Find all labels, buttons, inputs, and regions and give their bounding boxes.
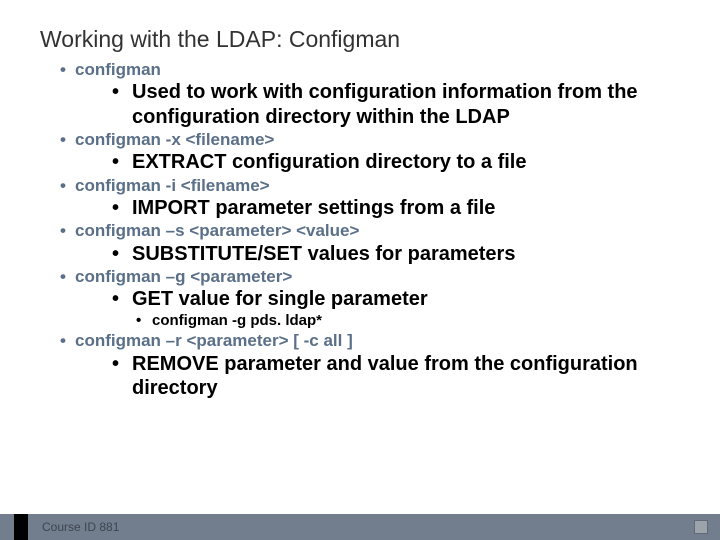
desc-line: GET value for single parameter: [112, 287, 690, 311]
desc-line: Used to work with configuration informat…: [112, 80, 690, 129]
desc-line: IMPORT parameter settings from a file: [112, 196, 690, 220]
example-line: configman -g pds. ldap*: [136, 312, 690, 331]
cmd-line: configman –r <parameter> [ -c all ]: [40, 330, 690, 351]
desc-line: REMOVE parameter and value from the conf…: [112, 352, 690, 401]
desc-line: SUBSTITUTE/SET values for parameters: [112, 242, 690, 266]
cmd-line: configman –s <parameter> <value>: [40, 220, 690, 241]
list-item: configman –s <parameter> <value> SUBSTIT…: [40, 220, 690, 266]
cmd-line: configman -i <filename>: [40, 175, 690, 196]
slide-title: Working with the LDAP: Configman: [40, 26, 690, 53]
footer-bar: Course ID 881: [0, 514, 720, 540]
bullet-list: configman Used to work with configuratio…: [40, 59, 690, 400]
desc-line: EXTRACT configuration directory to a fil…: [112, 150, 690, 174]
list-item: configman –g <parameter> GET value for s…: [40, 266, 690, 330]
cmd-line: configman -x <filename>: [40, 129, 690, 150]
footer-text: Course ID 881: [42, 514, 119, 540]
slide: Working with the LDAP: Configman configm…: [0, 0, 720, 540]
cmd-line: configman: [40, 59, 690, 80]
list-item: configman -x <filename> EXTRACT configur…: [40, 129, 690, 175]
list-item: configman –r <parameter> [ -c all ] REMO…: [40, 330, 690, 400]
cmd-line: configman –g <parameter>: [40, 266, 690, 287]
footer-marker-icon: [14, 514, 28, 540]
list-item: configman -i <filename> IMPORT parameter…: [40, 175, 690, 221]
list-item: configman Used to work with configuratio…: [40, 59, 690, 129]
slide-content: Working with the LDAP: Configman configm…: [40, 26, 690, 400]
footer-slide-indicator-icon: [694, 520, 708, 534]
